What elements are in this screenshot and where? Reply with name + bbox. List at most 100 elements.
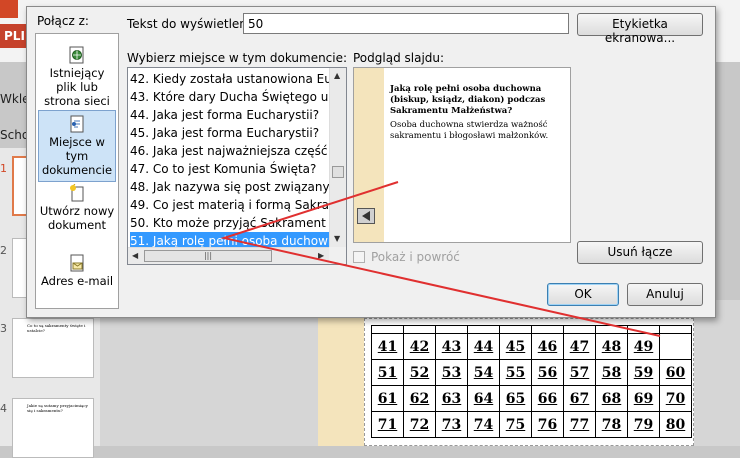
grid-cell[interactable] [499, 325, 532, 334]
grid-cell[interactable]: 71 [371, 411, 404, 438]
vertical-scrollbar[interactable]: ▲ ▼ [329, 68, 346, 249]
link-to-place-in-document[interactable]: Miejsce w tym dokumencie [38, 110, 116, 182]
place-list-item[interactable]: 44. Jaka jest forma Eucharystii? [130, 106, 330, 124]
grid-cell[interactable]: 78 [595, 411, 628, 438]
grid-cell[interactable] [659, 325, 692, 334]
slide-thumbnail[interactable]: Jakie są sutamy przyjacimiący się i sakr… [12, 398, 94, 458]
number-table: 41 42 43 44 45 46 47 48 49 51 52 53 54 55 56 57 58 59 60 61… [371, 325, 692, 438]
place-list-item[interactable]: 46. Jaka jest najważniejsza część Mszy Ś… [130, 142, 330, 160]
place-list-item[interactable]: 50. Kto może przyjąć Sakrament Małżeństw… [130, 214, 330, 232]
grid-cell[interactable] [371, 325, 404, 334]
grid-cell[interactable]: 44 [467, 333, 500, 360]
grid-cell[interactable]: 57 [563, 359, 596, 386]
grid-cell[interactable]: 79 [627, 411, 660, 438]
grid-cell[interactable]: 53 [435, 359, 468, 386]
horizontal-scrollbar[interactable]: ◀ ||| ▶ [128, 247, 331, 264]
slide-preview-label: Podgląd slajdu: [353, 51, 445, 65]
powerpoint-app-icon [0, 0, 18, 18]
place-list-item[interactable]: 47. Co to jest Komunia Święta? [130, 160, 330, 178]
grid-cell[interactable]: 72 [403, 411, 436, 438]
scroll-left-arrow-icon[interactable]: ◀ [132, 251, 138, 260]
link-to-panel: Istniejący plik lub strona sieci Web Mie… [35, 33, 119, 309]
vertical-scroll-thumb[interactable] [332, 166, 344, 178]
grid-cell[interactable]: 43 [435, 333, 468, 360]
grid-cell[interactable]: 54 [467, 359, 500, 386]
grid-cell[interactable] [467, 325, 500, 334]
scroll-up-arrow-icon[interactable]: ▲ [334, 71, 340, 80]
place-list[interactable]: 42. Kiedy została ustanowiona Eucharysti… [127, 67, 347, 265]
grid-cell[interactable]: 52 [403, 359, 436, 386]
grid-cell[interactable]: 75 [499, 411, 532, 438]
grid-cell[interactable]: 70 [659, 385, 692, 412]
grid-cell[interactable] [531, 325, 564, 334]
place-list-item[interactable]: 49. Co jest materią i formą Sakramentu? [130, 196, 330, 214]
grid-cell[interactable]: 49 [627, 333, 660, 360]
text-to-display-input[interactable] [243, 13, 569, 34]
show-and-return-checkbox[interactable] [353, 251, 365, 263]
grid-cell[interactable]: 74 [467, 411, 500, 438]
grid-cell[interactable]: 46 [531, 333, 564, 360]
grid-cell[interactable]: 80 [659, 411, 692, 438]
grid-cell[interactable] [595, 325, 628, 334]
link-to-label-email: Adres e-mail [40, 274, 114, 288]
preview-back-arrow-icon [357, 208, 375, 224]
grid-cell[interactable] [627, 325, 660, 334]
grid-row: 61 62 63 64 65 66 67 68 69 70 [371, 385, 692, 412]
grid-cell[interactable]: 67 [563, 385, 596, 412]
grid-cell[interactable]: 77 [563, 411, 596, 438]
grid-cell[interactable]: 59 [627, 359, 660, 386]
place-list-item[interactable]: 42. Kiedy została ustanowiona Eucharysti… [130, 70, 330, 88]
cancel-button[interactable]: Anuluj [627, 283, 703, 306]
web-page-icon [69, 46, 84, 64]
grid-cell[interactable]: 73 [435, 411, 468, 438]
grid-cell[interactable]: 68 [595, 385, 628, 412]
insert-hyperlink-dialog: Połącz z: Istniejący plik lub strona sie… [26, 6, 716, 318]
grid-cell[interactable]: 45 [499, 333, 532, 360]
screentip-button[interactable]: Etykietka ekranowa... [577, 13, 703, 45]
grid-cell[interactable]: 64 [467, 385, 500, 412]
show-and-return-label: Pokaż i powróć [371, 250, 460, 264]
grid-cell[interactable] [435, 325, 468, 334]
thumbnail-text: Jakie są sutamy przyjacimiący się i sakr… [27, 403, 88, 413]
preview-slide-title: Jaką rolę pełni osoba duchowna (biskup, … [390, 84, 546, 116]
text-to-display-label: Tekst do wyświetlenia: [127, 17, 262, 31]
link-to-email[interactable]: Adres e-mail [38, 254, 116, 288]
grid-cell[interactable]: 47 [563, 333, 596, 360]
grid-cell[interactable]: 58 [595, 359, 628, 386]
grid-cell[interactable]: 76 [531, 411, 564, 438]
grid-cell[interactable]: 66 [531, 385, 564, 412]
grid-cell[interactable]: 42 [403, 333, 436, 360]
place-list-item[interactable]: 43. Które dary Ducha Świętego umacniają? [130, 88, 330, 106]
scroll-right-arrow-icon[interactable]: ▶ [318, 251, 324, 260]
scroll-down-arrow-icon[interactable]: ▼ [334, 234, 340, 243]
grid-cell[interactable] [659, 333, 692, 360]
grid-cell[interactable]: 61 [371, 385, 404, 412]
grid-cell[interactable]: 60 [659, 359, 692, 386]
thumb-number: 3 [0, 322, 7, 335]
grid-cell[interactable]: 41 [371, 333, 404, 360]
link-to-label-place: Miejsce w tym dokumencie [41, 135, 113, 177]
grid-cell[interactable] [563, 325, 596, 334]
ok-button[interactable]: OK [547, 283, 619, 306]
place-list-item[interactable]: 45. Jaka jest forma Eucharystii? [130, 124, 330, 142]
remove-link-button[interactable]: Usuń łącze [577, 241, 703, 264]
grid-cell[interactable]: 56 [531, 359, 564, 386]
grid-cell[interactable]: 55 [499, 359, 532, 386]
grid-cell[interactable]: 51 [371, 359, 404, 386]
link-to-new-document[interactable]: Utwórz nowy dokument [38, 184, 116, 232]
email-icon [70, 254, 84, 272]
horizontal-scroll-thumb[interactable]: ||| [144, 250, 272, 262]
grid-cell[interactable]: 62 [403, 385, 436, 412]
grid-cell[interactable]: 69 [627, 385, 660, 412]
slide-thumbnail[interactable]: Co to są sakramenty święte i ustalcie? [12, 318, 94, 378]
place-list-item[interactable]: 48. Jak nazywa się post związany z Komun… [130, 178, 330, 196]
place-in-document-label: Wybierz miejsce w tym dokumencie: [127, 51, 348, 65]
number-grid[interactable]: 41 42 43 44 45 46 47 48 49 51 52 53 54 55 56 57 58 59 60 61… [364, 318, 694, 446]
grid-row [371, 325, 692, 334]
grid-cell[interactable]: 65 [499, 385, 532, 412]
ribbon-label-scheme[interactable]: Scho [0, 128, 29, 142]
grid-cell[interactable]: 48 [595, 333, 628, 360]
link-to-label: Połącz z: [37, 14, 89, 28]
grid-cell[interactable] [403, 325, 436, 334]
grid-cell[interactable]: 63 [435, 385, 468, 412]
